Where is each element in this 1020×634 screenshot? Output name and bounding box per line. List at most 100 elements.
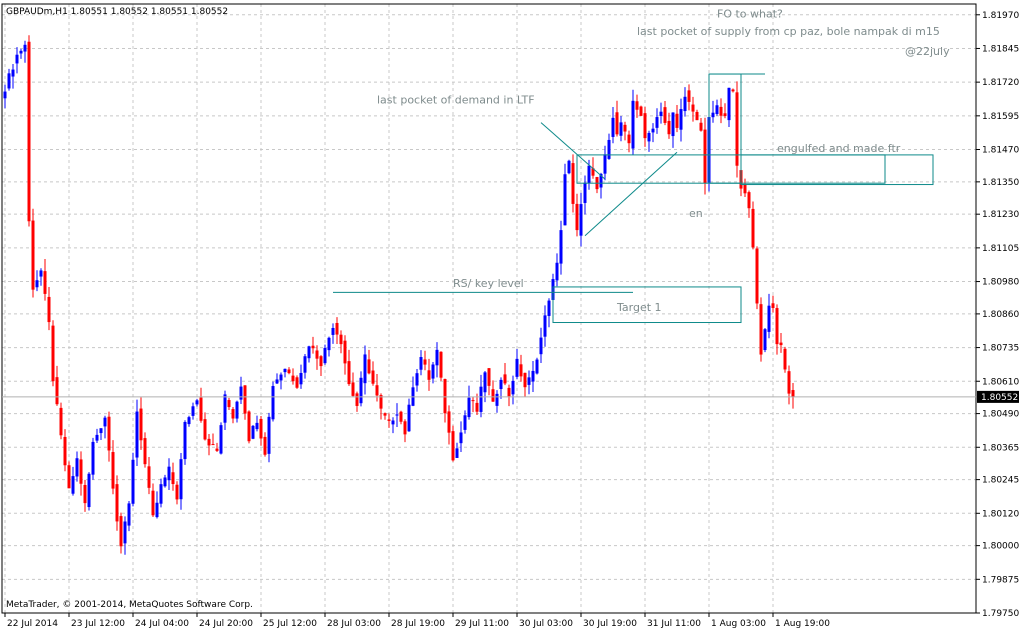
candle[interactable] <box>67 461 71 489</box>
candle-body <box>727 87 731 121</box>
annotation-date[interactable]: @22july <box>905 45 950 58</box>
candle[interactable] <box>131 452 135 507</box>
candle[interactable] <box>59 402 63 440</box>
candle[interactable] <box>31 208 35 298</box>
annotation-target[interactable]: Target 1 <box>616 301 662 314</box>
candle-body <box>699 122 703 131</box>
candlestick-chart[interactable]: FO to what? last pocket of supply from cp… <box>0 0 1020 630</box>
candle[interactable] <box>183 420 187 465</box>
candle[interactable] <box>535 357 539 375</box>
candle-body <box>483 372 487 393</box>
candle-body <box>195 400 199 405</box>
candle[interactable] <box>755 246 759 310</box>
candle-body <box>299 372 303 385</box>
candle[interactable] <box>251 424 255 440</box>
candle-body <box>323 347 327 364</box>
candle-body <box>327 337 331 351</box>
candle[interactable] <box>735 81 739 178</box>
candle-body <box>427 370 431 380</box>
candle[interactable] <box>27 35 31 227</box>
candle[interactable] <box>271 381 275 422</box>
candle[interactable] <box>51 320 55 387</box>
candle-body <box>527 377 531 385</box>
candle-body <box>711 112 715 118</box>
candle-body <box>663 107 667 123</box>
candle-body <box>635 101 639 110</box>
candle-body <box>467 397 471 418</box>
candle-body <box>347 361 351 385</box>
candle[interactable] <box>91 437 95 480</box>
candle-body <box>791 390 795 397</box>
candle-body <box>695 111 699 121</box>
candle-body <box>571 163 575 204</box>
candle-body <box>715 105 719 115</box>
candle-body <box>767 305 771 332</box>
candle-body <box>519 364 523 377</box>
candle-body <box>535 359 539 374</box>
candle-body <box>703 129 707 184</box>
candle-body <box>651 128 655 133</box>
x-tick-label: 31 Jul 11:00 <box>647 619 701 629</box>
candle[interactable] <box>247 410 251 444</box>
candle-body <box>255 422 259 430</box>
candle-body <box>631 100 635 149</box>
y-tick-label: 1.81350 <box>982 178 1019 188</box>
candle-body <box>587 165 591 184</box>
candle[interactable] <box>759 297 763 362</box>
candle[interactable] <box>87 472 91 511</box>
annotation-supply[interactable]: last pocket of supply from cp paz, bole … <box>637 25 940 38</box>
candle[interactable] <box>763 328 767 353</box>
candle-body <box>235 401 239 419</box>
candle-body <box>51 325 55 382</box>
candle-body <box>99 428 103 434</box>
candle-body <box>163 477 167 487</box>
annotation-fo[interactable]: FO to what? <box>717 7 783 20</box>
candle-body <box>579 204 583 236</box>
x-tick-label: 22 Jul 2014 <box>7 619 58 629</box>
candle-body <box>555 262 559 281</box>
candle-body <box>19 50 23 54</box>
candle-body <box>91 441 95 475</box>
x-tick-label: 24 Jul 20:00 <box>199 619 253 629</box>
candle-body <box>107 416 111 451</box>
candle-body <box>523 372 527 388</box>
candle-body <box>431 364 435 379</box>
annotation-en[interactable]: en <box>689 207 703 220</box>
candle[interactable] <box>219 422 223 455</box>
candle-body <box>583 182 587 203</box>
candle-body <box>295 377 299 388</box>
candle-body <box>775 308 779 345</box>
candle-body <box>399 411 403 422</box>
candle-body <box>655 117 659 128</box>
candle-body <box>175 484 179 500</box>
candle-body <box>3 91 7 99</box>
candle-body <box>15 54 19 64</box>
candle[interactable] <box>567 159 571 175</box>
candle-body <box>691 104 695 112</box>
candle-body <box>127 503 131 526</box>
candle[interactable] <box>783 346 787 373</box>
annotation-rs[interactable]: RS/ key level <box>453 277 524 290</box>
candle-body <box>207 438 211 446</box>
y-tick-label: 1.80980 <box>982 278 1019 288</box>
candle-body <box>419 357 423 370</box>
candle-body <box>71 476 75 494</box>
candle-body <box>743 184 747 194</box>
candle-body <box>355 393 359 406</box>
candle[interactable] <box>639 105 643 117</box>
candle[interactable] <box>295 375 299 389</box>
candle-body <box>539 337 543 355</box>
x-tick-label: 25 Jul 12:00 <box>263 619 317 629</box>
annotation-engulfed[interactable]: engulfed and made ftr <box>777 142 901 155</box>
y-tick-label: 1.80610 <box>982 377 1019 387</box>
candle[interactable] <box>439 351 443 381</box>
candle-body <box>407 404 411 432</box>
candle-body <box>275 379 279 384</box>
candle-body <box>139 408 143 441</box>
chart-window[interactable]: FO to what? last pocket of supply from cp… <box>0 0 1020 630</box>
candle-body <box>471 400 475 402</box>
candle-body <box>95 434 99 441</box>
candle-body <box>271 386 275 420</box>
candle-body <box>647 132 651 142</box>
annotation-demand[interactable]: last pocket of demand in LTF <box>377 94 535 107</box>
